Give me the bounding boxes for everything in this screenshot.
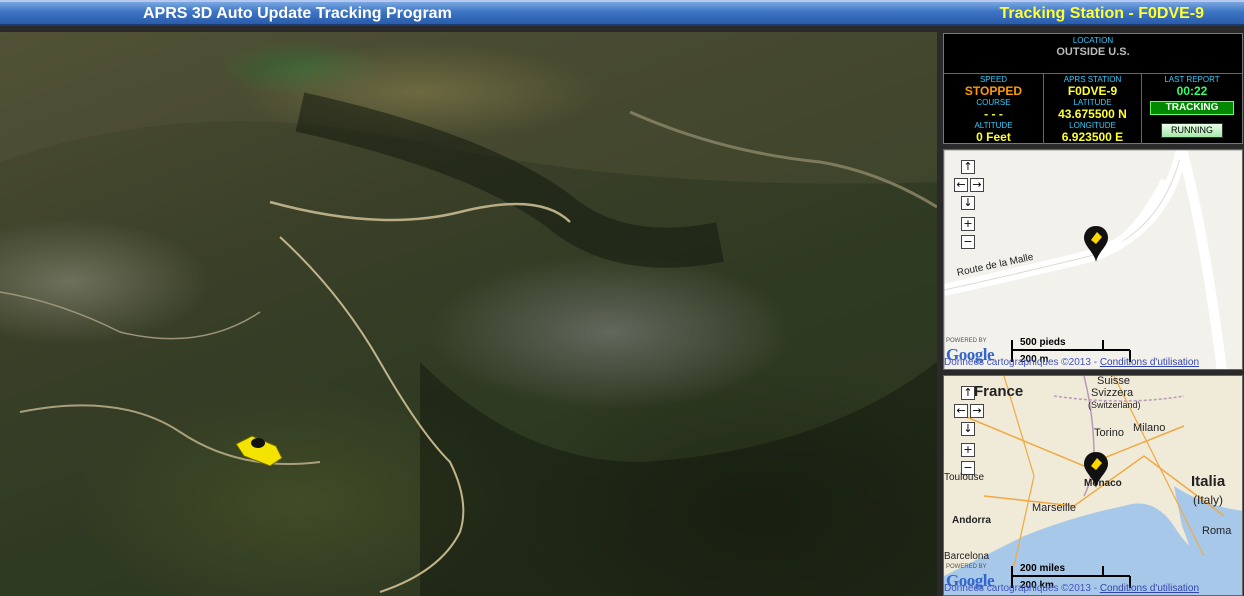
map-label-roma: Roma	[1202, 525, 1232, 537]
altitude-label: ALTITUDE	[974, 121, 1013, 130]
credits-text: Données cartographiques ©2013	[944, 357, 1091, 368]
pan-up-button[interactable]: ↑	[961, 386, 975, 400]
dark-valley	[420, 362, 937, 596]
status-panel: LOCATION OUTSIDE U.S. SPEED STOPPED COUR…	[943, 33, 1243, 144]
map-pin-icon[interactable]	[1082, 224, 1112, 264]
pan-right-button[interactable]: →	[970, 404, 984, 418]
map-label-italia: Italia	[1191, 473, 1226, 490]
pan-down-button[interactable]: ↓	[961, 422, 975, 436]
tracking-status-badge: TRACKING	[1150, 101, 1234, 115]
map-label-torino: Torino	[1094, 427, 1124, 439]
aprs-station-label: APRS STATION	[1063, 75, 1122, 84]
location-section: LOCATION OUTSIDE U.S.	[944, 34, 1242, 74]
speed-label: SPEED	[979, 75, 1008, 84]
last-report-value: 00:22	[1176, 84, 1208, 98]
map-credits: Données cartographiques ©2013 - Conditio…	[944, 357, 1200, 368]
longitude-value: 6.923500 E	[1061, 130, 1124, 144]
terrain-3d-view[interactable]	[0, 32, 937, 596]
course-value: - - -	[984, 107, 1003, 121]
location-value: OUTSIDE U.S.	[1056, 46, 1130, 58]
zoom-in-button[interactable]: +	[961, 443, 975, 457]
pan-right-button[interactable]: →	[970, 178, 984, 192]
station-column: APRS STATION F0DVE-9 LATITUDE 43.675500 …	[1044, 74, 1142, 144]
pan-left-button[interactable]: ←	[954, 178, 968, 192]
powered-by-text: POWERED BY	[946, 564, 987, 570]
map-label-italy: (Italy)	[1193, 493, 1223, 507]
terms-link[interactable]: Conditions d'utilisation	[1100, 583, 1199, 594]
terms-link[interactable]: Conditions d'utilisation	[1100, 357, 1199, 368]
powered-by-text: POWERED BY	[946, 338, 987, 344]
terrain-overlay	[0, 32, 937, 596]
speed-column: SPEED STOPPED COURSE - - - ALTITUDE 0 Fe…	[944, 74, 1044, 144]
map-label-barcelona: Barcelona	[944, 551, 990, 562]
map-label-toulouse: Toulouse	[944, 472, 985, 483]
map-label-andorra: Andorra	[952, 515, 991, 526]
speed-value: STOPPED	[964, 84, 1023, 98]
longitude-label: LONGITUDE	[1069, 121, 1116, 130]
zoom-out-button[interactable]: −	[961, 235, 975, 249]
pan-left-button[interactable]: ←	[954, 404, 968, 418]
map-label-marseille: Marseille	[1032, 502, 1077, 514]
aprs-station-value: F0DVE-9	[1067, 84, 1118, 98]
vehicle-marker[interactable]	[235, 435, 283, 467]
course-label: COURSE	[976, 98, 1011, 107]
dirt-track	[0, 291, 261, 340]
latitude-value: 43.675500 N	[1058, 107, 1127, 121]
running-button[interactable]: RUNNING	[1161, 123, 1223, 138]
altitude-value: 0 Feet	[976, 130, 1011, 144]
last-report-label: LAST REPORT	[1164, 75, 1220, 84]
zoom-in-button[interactable]: +	[961, 217, 975, 231]
report-column: LAST REPORT 00:22 TRACKING RUNNING	[1142, 74, 1242, 144]
map-label-svizzera: Svizzera	[1091, 387, 1134, 399]
street-map[interactable]: ↑ ← → ↓ + − Route de la Malle POWERED BY…	[943, 149, 1243, 370]
pan-down-button[interactable]: ↓	[961, 196, 975, 210]
station-title: Tracking Station - F0DVE-9	[999, 5, 1204, 22]
scale-imperial: 500 pieds	[1020, 337, 1066, 348]
location-label: LOCATION	[1072, 36, 1114, 45]
title-bar: APRS 3D Auto Update Tracking Program Tra…	[0, 0, 1244, 26]
pan-up-button[interactable]: ↑	[961, 160, 975, 174]
latitude-label: LATITUDE	[1073, 98, 1112, 107]
app-title: APRS 3D Auto Update Tracking Program	[143, 5, 452, 22]
map-label-suisse: Suisse	[1097, 375, 1131, 387]
map-pin-icon[interactable]	[1082, 450, 1112, 490]
credits-text: Données cartographiques ©2013	[944, 583, 1091, 594]
map-label-milano: Milano	[1133, 422, 1166, 434]
map-credits: Données cartographiques ©2013 - Conditio…	[944, 583, 1200, 594]
map-label-switzerland: (Switzerland)	[1088, 400, 1141, 410]
scale-imperial: 200 miles	[1020, 563, 1066, 574]
map-label-france: France	[974, 383, 1024, 400]
region-map[interactable]: ↑ ← → ↓ + − France Suisse Svizzera (Swit…	[943, 375, 1243, 596]
